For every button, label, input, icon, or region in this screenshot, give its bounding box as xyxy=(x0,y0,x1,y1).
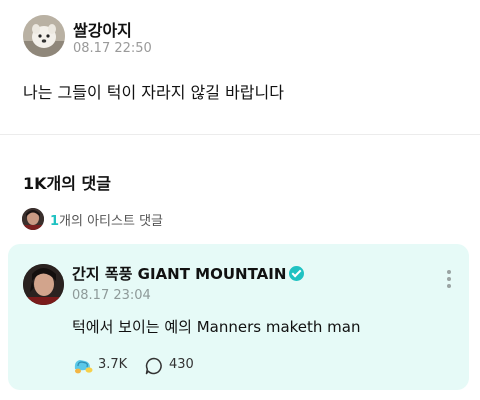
post-author-name[interactable]: 쌀강아지 xyxy=(73,17,132,41)
post-author-avatar[interactable] xyxy=(23,15,65,57)
comment-text: 턱에서 보이는 예의 Manners maketh man xyxy=(72,318,361,336)
artist-comments-link[interactable]: 1개의 아티스트 댓글 xyxy=(50,210,163,229)
section-divider xyxy=(0,134,480,135)
comment-author-avatar[interactable] xyxy=(23,264,64,305)
comment-author-name[interactable]: 간지 폭풍 GIANT MOUNTAIN xyxy=(72,263,305,284)
like-count: 3.7K xyxy=(98,357,128,372)
artist-avatar[interactable] xyxy=(22,208,44,230)
comment-author-name-text: 간지 폭풍 GIANT MOUNTAIN xyxy=(72,265,287,283)
comments-count-title: 1K개의 댓글 xyxy=(23,174,111,193)
like-icon xyxy=(74,360,93,374)
post-timestamp: 08.17 22:50 xyxy=(73,41,152,56)
more-options-icon[interactable] xyxy=(442,268,456,290)
post-body-text: 나는 그들이 턱이 자라지 않길 바랍니다 xyxy=(23,83,284,102)
verified-badge-icon xyxy=(289,266,305,281)
reply-icon xyxy=(145,357,162,375)
artist-comments-label: 개의 아티스트 댓글 xyxy=(59,214,163,229)
comment-timestamp: 08.17 23:04 xyxy=(72,288,151,303)
featured-comment-card: 간지 폭풍 GIANT MOUNTAIN 08.17 23:04 턱에서 보이는… xyxy=(8,244,469,390)
reply-count: 430 xyxy=(169,357,194,372)
artist-comments-number: 1 xyxy=(50,214,60,229)
